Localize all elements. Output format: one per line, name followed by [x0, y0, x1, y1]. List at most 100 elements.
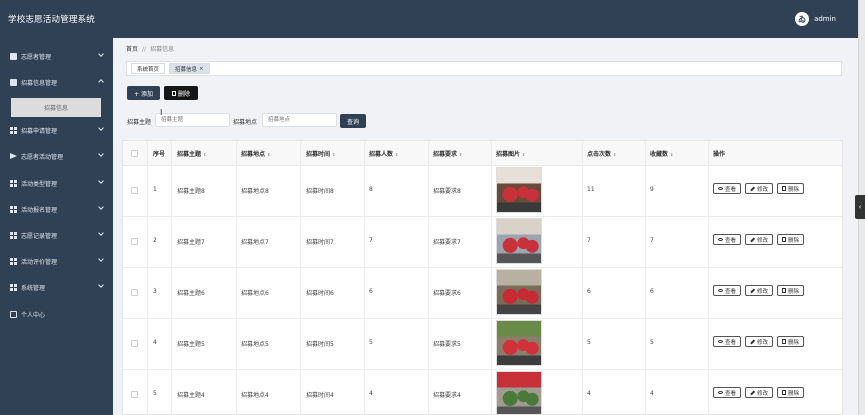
- user-menu[interactable]: ゐ admin: [795, 12, 836, 26]
- view-button-label: 查看: [725, 186, 737, 193]
- send-icon: [10, 153, 17, 159]
- sidebar-item-system[interactable]: 系统管理: [0, 277, 113, 297]
- sidebar: 志愿者管理 招募信息管理 招募信息 招募申请管理 志愿者活动管理 活动类型管理 …: [0, 38, 113, 415]
- edit-button[interactable]: 修改: [745, 387, 774, 398]
- row-checkbox[interactable]: [131, 238, 138, 245]
- sidebar-item-label: 活动评价管理: [21, 258, 58, 266]
- recruit-photo[interactable]: [496, 320, 542, 366]
- row-delete-button-label: 删除: [788, 186, 800, 193]
- sidebar-item-reviews[interactable]: 活动评价管理: [0, 251, 113, 271]
- delete-button-label: 删除: [177, 90, 190, 98]
- th-favorites[interactable]: 收藏数 ⇕: [650, 149, 673, 158]
- view-button-label: 查看: [725, 288, 737, 295]
- th-location[interactable]: 招募地点 ⇕: [241, 149, 270, 158]
- view-button[interactable]: 查看: [713, 285, 742, 296]
- recruit-photo[interactable]: [496, 167, 542, 213]
- edit-button[interactable]: 修改: [745, 183, 774, 194]
- tab-recruit-info[interactable]: 招募信息 ×: [169, 63, 210, 74]
- eye-icon: [718, 391, 723, 394]
- cell-theme: 招募主题7: [177, 239, 205, 246]
- add-button[interactable]: + 添加: [127, 86, 160, 100]
- row-actions: 查看 修改 删除: [713, 183, 805, 194]
- row-delete-button[interactable]: 删除: [777, 387, 805, 398]
- user-name[interactable]: admin: [814, 15, 836, 23]
- chevron-down-icon: [98, 178, 104, 184]
- chevron-down-icon: [98, 51, 104, 57]
- th-requirement[interactable]: 招募要求 ⇕: [433, 149, 462, 158]
- cell-favorites: 5: [650, 339, 654, 346]
- eye-icon: [718, 340, 723, 343]
- recruit-photo[interactable]: [496, 218, 542, 264]
- th-time[interactable]: 招募时间 ⇕: [306, 149, 335, 158]
- cell-location: 招募地点8: [241, 188, 269, 195]
- view-button[interactable]: 查看: [713, 336, 742, 347]
- cell-location: 招募地点5: [241, 341, 269, 348]
- avatar[interactable]: ゐ: [795, 12, 810, 26]
- grid-icon: [10, 283, 17, 291]
- theme-search-input[interactable]: [155, 113, 230, 127]
- location-search-input[interactable]: [262, 113, 337, 127]
- select-all-checkbox[interactable]: [131, 150, 138, 157]
- sidebar-item-volunteers[interactable]: 志愿者管理: [0, 46, 113, 66]
- edit-button[interactable]: 修改: [745, 336, 774, 347]
- row-checkbox[interactable]: [131, 340, 138, 347]
- sidebar-item-profile[interactable]: 个人中心: [0, 304, 113, 324]
- row-checkbox[interactable]: [131, 391, 138, 398]
- sidebar-item-label: 个人中心: [21, 311, 46, 319]
- recruit-photo[interactable]: [496, 269, 542, 315]
- edit-icon: [750, 186, 755, 191]
- square-icon: [10, 52, 17, 60]
- view-button[interactable]: 查看: [713, 234, 742, 245]
- sidebar-item-activity-types[interactable]: 活动类型管理: [0, 173, 113, 193]
- row-delete-button[interactable]: 删除: [777, 234, 805, 245]
- grid-icon: [10, 126, 17, 134]
- cell-clicks: 6: [587, 288, 591, 295]
- row-delete-button[interactable]: 删除: [777, 336, 805, 347]
- view-button[interactable]: 查看: [713, 183, 742, 194]
- edit-button[interactable]: 修改: [745, 285, 774, 296]
- sidebar-item-records[interactable]: 志愿记录管理: [0, 225, 113, 245]
- row-delete-button[interactable]: 删除: [777, 285, 805, 296]
- edit-button-label: 修改: [757, 237, 769, 244]
- sidebar-item-activities[interactable]: 志愿者活动管理: [0, 146, 113, 166]
- row-checkbox[interactable]: [131, 187, 138, 194]
- cell-favorites: 4: [650, 390, 654, 397]
- chevron-down-icon: [98, 256, 104, 262]
- th-theme[interactable]: 招募主题 ⇕: [177, 149, 206, 158]
- document-icon: [10, 78, 17, 86]
- tab-label: 系统首页: [137, 66, 160, 73]
- recruit-photo[interactable]: [496, 371, 542, 414]
- th-clicks[interactable]: 点击次数 ⇕: [587, 149, 616, 158]
- sidebar-item-applications[interactable]: 招募申请管理: [0, 120, 113, 140]
- sort-icon: ⇕: [522, 152, 526, 157]
- collapse-handle[interactable]: ‹: [855, 195, 865, 219]
- th-image[interactable]: 招募图片 ⇕: [496, 149, 525, 158]
- cell-index: 4: [153, 339, 157, 346]
- row-delete-button[interactable]: 删除: [777, 183, 805, 194]
- breadcrumb-home[interactable]: 首页: [126, 46, 138, 53]
- tab-home[interactable]: 系统首页: [131, 63, 166, 74]
- sidebar-item-signups[interactable]: 活动报名管理: [0, 199, 113, 219]
- search-button[interactable]: 查询: [340, 114, 366, 128]
- edit-icon: [750, 288, 755, 293]
- delete-button[interactable]: 删除: [164, 86, 198, 100]
- edit-button[interactable]: 修改: [745, 234, 774, 245]
- trash-icon: [782, 288, 787, 293]
- sidebar-item-label: 活动类型管理: [21, 180, 58, 188]
- edit-button-label: 修改: [757, 288, 769, 295]
- row-checkbox[interactable]: [131, 289, 138, 296]
- submenu-item-recruit-info[interactable]: 招募信息: [11, 98, 101, 117]
- cell-count: 8: [369, 186, 373, 193]
- sidebar-item-recruit-info[interactable]: 招募信息管理: [0, 72, 113, 92]
- cell-clicks: 11: [587, 186, 595, 193]
- view-button[interactable]: 查看: [713, 387, 742, 398]
- cell-count: 7: [369, 237, 373, 244]
- row-delete-button-label: 删除: [788, 339, 800, 346]
- grid-icon: [10, 179, 17, 187]
- close-icon[interactable]: ×: [199, 66, 204, 72]
- app-title: 学校志愿活动管理系统: [8, 15, 96, 25]
- trash-icon: [782, 390, 787, 395]
- sidebar-item-label: 志愿者管理: [21, 53, 52, 61]
- th-count[interactable]: 招募人数 ⇕: [369, 149, 398, 158]
- chevron-down-icon: [98, 204, 104, 210]
